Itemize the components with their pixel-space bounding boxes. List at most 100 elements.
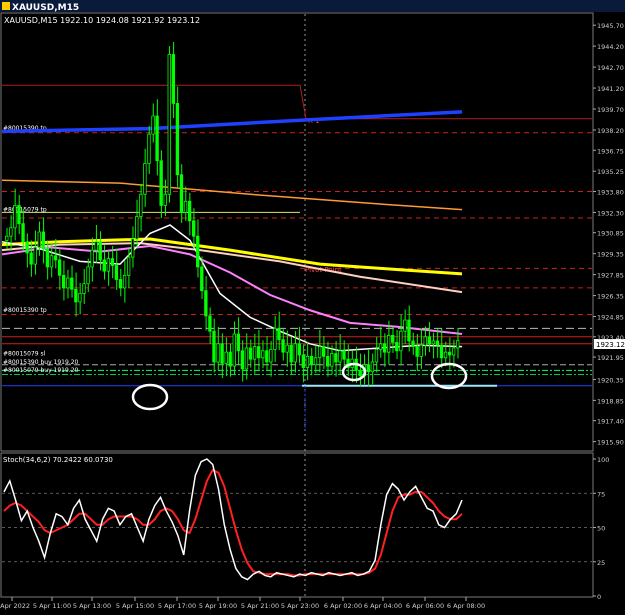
candle-body [431, 340, 436, 345]
candle-body [338, 350, 342, 363]
candle-body [265, 350, 269, 363]
candle-body [240, 350, 245, 370]
chart-window-title: XAUUSD,M15 [12, 3, 79, 13]
x-tick-label: 6 Apr 08:00 [447, 602, 485, 610]
y-tick-label: 1921.95 [597, 354, 624, 362]
candle-body [208, 315, 212, 332]
candle-body [415, 346, 419, 357]
candle-body [61, 274, 66, 289]
y-tick-label: 1924.85 [597, 314, 624, 322]
candle-body [256, 346, 261, 359]
orange-ma-line [1, 179, 463, 211]
candle-body [147, 133, 151, 164]
candle-body [435, 340, 440, 346]
candle-body [228, 351, 232, 367]
candle-body [439, 344, 444, 359]
x-tick-label: 5 Apr 23:00 [281, 602, 319, 610]
candle-body [29, 252, 33, 265]
candle-body [86, 266, 90, 285]
candle-body [57, 259, 62, 276]
candle-body [248, 347, 253, 360]
y-tick-label: 1945.70 [597, 22, 624, 30]
candle-body [143, 163, 147, 195]
y-tick-label: 1932.30 [597, 209, 624, 217]
y-tick-label: 1936.75 [597, 147, 624, 155]
candle-body [171, 54, 176, 104]
candle-body [403, 319, 407, 332]
candle-body [289, 344, 293, 363]
x-tick-label: 1 Apr 2022 [0, 602, 30, 610]
stoch-y-tick-label: 50 [597, 525, 605, 533]
blue-ma-line [1, 110, 463, 134]
candle-body [155, 115, 159, 162]
candle-body [21, 223, 25, 243]
order-label: #80015390 tp [3, 307, 47, 314]
candle-body [17, 205, 21, 225]
order-label: #80015079 sl [3, 350, 46, 357]
x-tick-label: 6 Apr 04:00 [364, 602, 402, 610]
candle-body [82, 283, 86, 294]
candle-body [90, 249, 94, 268]
candle-body [126, 256, 131, 276]
candle-body [179, 174, 184, 213]
candle-body [313, 357, 318, 366]
candle-body [118, 279, 123, 289]
x-tick-label: 5 Apr 17:00 [158, 602, 196, 610]
candle-body [456, 340, 460, 349]
candle-body [74, 288, 78, 303]
candle-body [187, 200, 192, 222]
candle-body [301, 354, 306, 368]
x-tick-label: 6 Apr 02:00 [324, 602, 362, 610]
candle-body [135, 216, 139, 240]
chart-svg[interactable]: XAUUSD,M15 XAUUSD,M15 1922.10 1924.08 19… [0, 0, 625, 615]
x-tick-label: 6 Apr 06:00 [406, 602, 444, 610]
annotation-circle [131, 383, 169, 411]
candle-body [122, 274, 127, 289]
y-tick-label: 1929.35 [597, 251, 624, 259]
x-tick-label: 5 Apr 15:00 [116, 602, 154, 610]
candle-body [131, 238, 135, 258]
candle-body [66, 277, 70, 289]
candle-body [204, 290, 208, 317]
candle-body [224, 351, 228, 364]
candle-body [293, 343, 297, 363]
candle-body [252, 346, 257, 360]
candle-body [167, 54, 171, 195]
y-tick-label: 1917.40 [597, 418, 624, 426]
candle-body [395, 341, 399, 352]
candle-body [163, 193, 167, 206]
candle-body [236, 333, 241, 352]
candle-body [366, 364, 371, 373]
candle-body [411, 340, 415, 347]
candle-body [94, 241, 98, 251]
candle-body [386, 335, 391, 353]
candle-body [378, 343, 383, 350]
y-tick-label: 1920.35 [597, 376, 624, 384]
candle-body [244, 347, 249, 370]
candle-body [37, 231, 41, 248]
stoch-y-tick-label: 75 [597, 490, 605, 498]
candle-body [216, 343, 220, 363]
order-label: #80015390 buy 1919.20 [3, 359, 79, 366]
candle-body [370, 361, 375, 373]
candle-body [382, 343, 387, 353]
y-tick-label: 1941.20 [597, 85, 624, 93]
candle-body [277, 328, 281, 341]
candle-body [330, 353, 334, 367]
candle-body [13, 205, 17, 229]
candle-body [374, 348, 379, 363]
candle-body [407, 319, 411, 342]
x-tick-label: 5 Apr 11:00 [33, 602, 71, 610]
candle-body [297, 343, 301, 356]
candle-body [281, 339, 285, 353]
candle-body [358, 369, 362, 377]
candle-body [423, 336, 427, 346]
candle-body [98, 241, 102, 261]
candle-body [391, 335, 395, 343]
y-tick-label: 1926.35 [597, 293, 624, 301]
candle-body [212, 330, 216, 363]
stoch-y-tick-label: 0 [597, 593, 601, 601]
r1-level-line [2, 84, 592, 120]
candle-body [183, 200, 188, 213]
candle-body [334, 353, 338, 363]
